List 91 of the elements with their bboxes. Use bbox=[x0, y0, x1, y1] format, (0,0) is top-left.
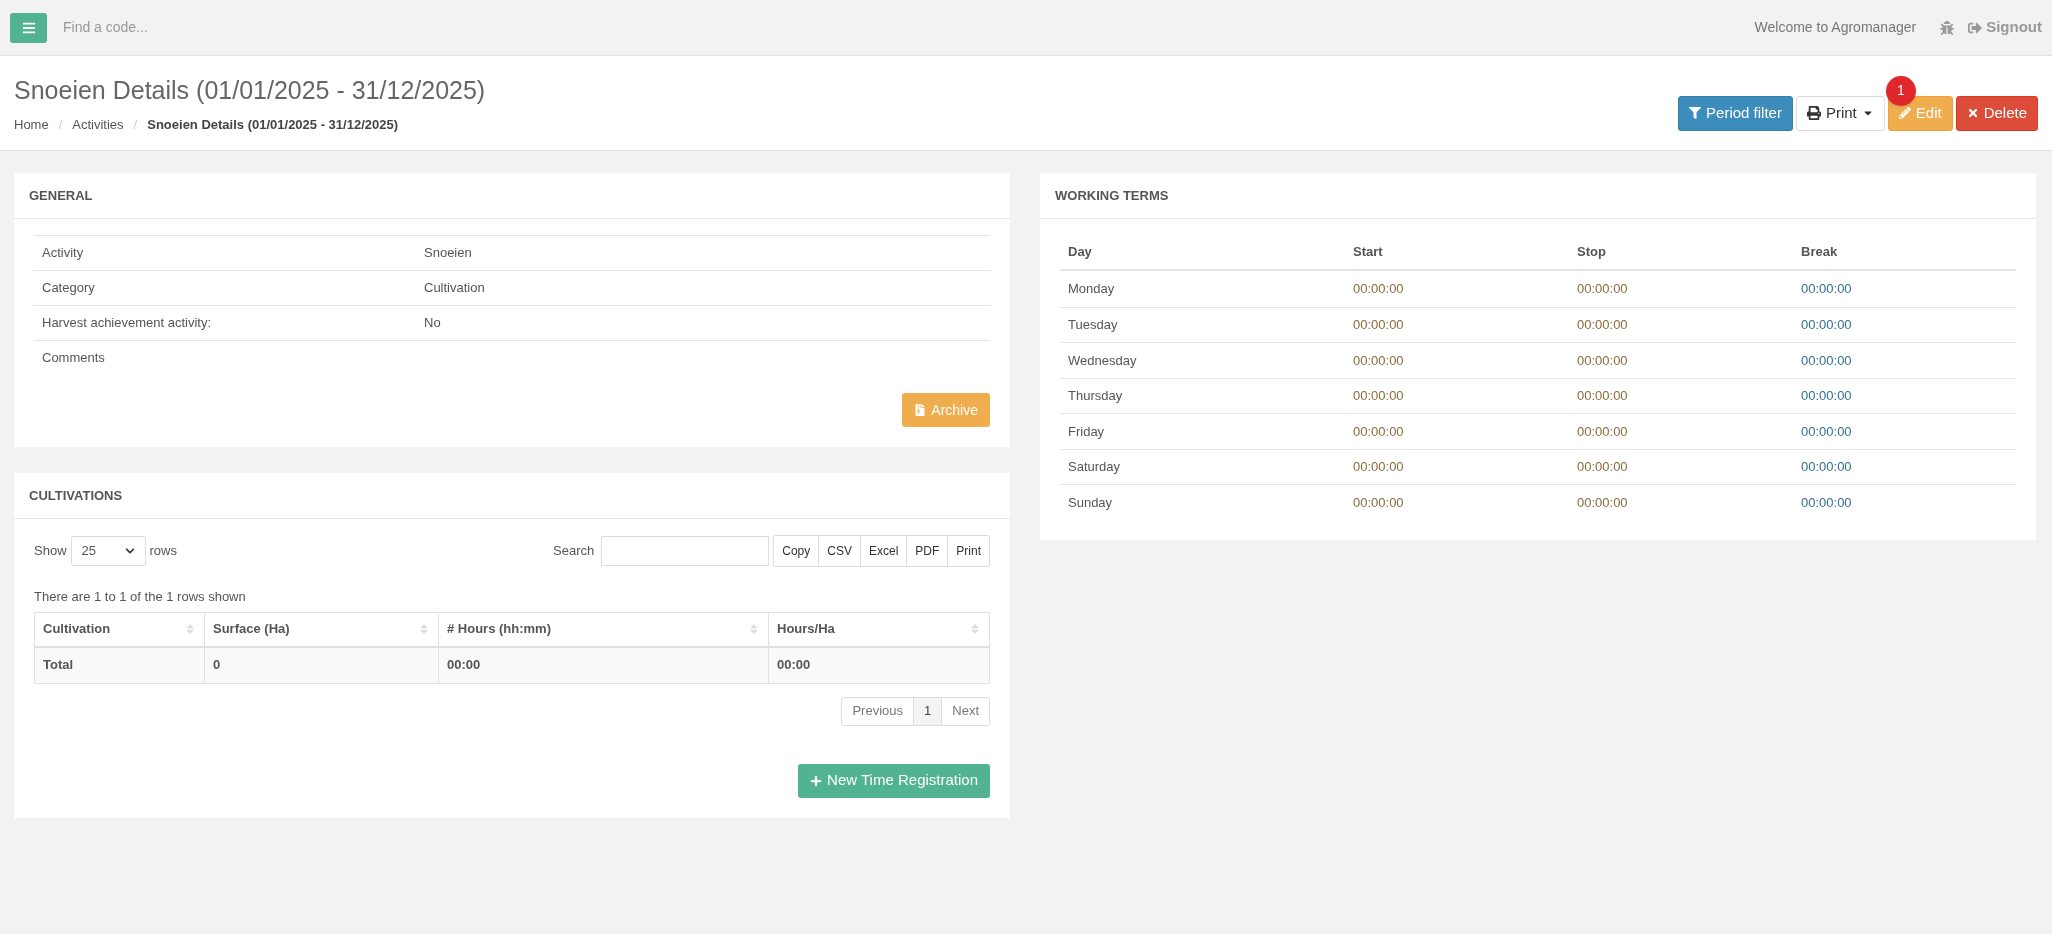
page-title: Snoeien Details (01/01/2025 - 31/12/2025) bbox=[14, 74, 487, 106]
panel-title: CULTIVATIONS bbox=[14, 473, 1010, 519]
table-cell-text: 00:00:00 bbox=[1801, 387, 1853, 405]
column-header[interactable]: Surface (Ha) bbox=[204, 612, 438, 646]
pagination-link[interactable]: Previous bbox=[842, 697, 914, 725]
sort-icon bbox=[184, 623, 196, 635]
export-button[interactable]: Excel bbox=[859, 536, 907, 566]
printer-icon bbox=[1806, 106, 1821, 120]
filter-icon bbox=[1689, 107, 1702, 119]
field-value: No bbox=[424, 314, 441, 333]
table-cell-text: Thursday bbox=[1068, 387, 1124, 405]
breadcrumb-separator: / bbox=[133, 116, 138, 134]
period-button[interactable]: Period filter bbox=[1678, 95, 1793, 131]
breadcrumb-separator: / bbox=[58, 116, 63, 134]
breadcrumb-link[interactable]: Home bbox=[14, 115, 49, 135]
bug-icon[interactable] bbox=[1940, 20, 1955, 35]
field-label: Category bbox=[42, 279, 96, 298]
table-cell-text: 00:00:00 bbox=[1801, 493, 1853, 512]
column-header: Stop bbox=[1577, 243, 1607, 262]
sort-icon bbox=[969, 623, 981, 635]
delete-button[interactable]: Delete bbox=[1955, 95, 2038, 131]
table-cell-text: 00:00:00 bbox=[1353, 458, 1405, 476]
pencil-icon bbox=[1898, 107, 1911, 119]
table-cell-text: 00:00:00 bbox=[1801, 458, 1853, 476]
column-header: Day bbox=[1068, 243, 1093, 262]
field-value: Cultivation bbox=[424, 279, 485, 298]
column-header[interactable]: # Hours (hh:mm) bbox=[438, 612, 768, 646]
table-cell-text: 00:00:00 bbox=[1577, 458, 1629, 476]
export-button[interactable]: CSV bbox=[818, 536, 860, 566]
export-button[interactable]: Copy bbox=[774, 536, 819, 566]
page-size-select[interactable]: 25 bbox=[70, 536, 146, 566]
table-cell-text: 00:00:00 bbox=[1577, 280, 1629, 298]
field-label: Comments bbox=[42, 349, 106, 368]
table-search-field[interactable] bbox=[601, 536, 770, 566]
table-info: There are 1 to 1 of the 1 rows shown bbox=[34, 588, 247, 606]
archive-icon bbox=[914, 404, 927, 416]
column-header[interactable]: Hours/Ha bbox=[768, 612, 989, 646]
sort-icon bbox=[748, 623, 760, 635]
field-label: Activity bbox=[42, 244, 85, 263]
column-header: Start bbox=[1353, 243, 1384, 262]
close-icon bbox=[1966, 107, 1979, 119]
table-cell-text: 00:00:00 bbox=[1353, 387, 1405, 405]
field-label: Harvest achievement activity: bbox=[42, 314, 213, 333]
sort-icon bbox=[418, 623, 430, 635]
pagination-link[interactable]: 1 bbox=[913, 697, 942, 725]
table-cell-text: 00:00:00 bbox=[1801, 351, 1853, 370]
field-value: Snoeien bbox=[424, 244, 472, 263]
notification-badge: 1 bbox=[1885, 75, 1916, 106]
table-cell-text: Monday bbox=[1068, 280, 1116, 298]
export-button[interactable]: PDF bbox=[906, 536, 948, 566]
table-cell-text: 00:00:00 bbox=[1353, 280, 1405, 298]
pagination-link[interactable]: Next bbox=[941, 697, 989, 725]
table-cell-text: 00:00:00 bbox=[1577, 387, 1629, 405]
table-cell-text: 00:00:00 bbox=[1353, 316, 1405, 334]
rows-label: rows bbox=[149, 542, 177, 561]
table-cell-text: Sunday bbox=[1068, 493, 1114, 512]
column-header: Break bbox=[1801, 243, 1839, 262]
chevron-icon bbox=[124, 546, 135, 556]
table-cell-text: 00:00:00 bbox=[1577, 316, 1629, 334]
menu-button[interactable] bbox=[10, 12, 47, 43]
search-label: Search bbox=[553, 542, 595, 561]
table-cell-text: 00:00:00 bbox=[1577, 351, 1629, 370]
table-cell: 0 bbox=[204, 647, 438, 683]
table-cell-text: 00:00:00 bbox=[1801, 280, 1853, 298]
export-button[interactable]: Print bbox=[947, 536, 989, 566]
table-cell-text: 00:00:00 bbox=[1577, 422, 1629, 441]
table-cell-text: Wednesday bbox=[1068, 351, 1138, 370]
column-header[interactable]: Cultivation bbox=[35, 612, 204, 646]
panel-title: GENERAL bbox=[14, 173, 1010, 219]
signout-icon bbox=[1968, 20, 1983, 35]
plus-icon bbox=[810, 774, 823, 787]
panel-title: WORKING TERMS bbox=[1040, 173, 2036, 219]
show-label: Show bbox=[34, 542, 67, 561]
table-cell-text: 00:00:00 bbox=[1353, 493, 1405, 512]
table-cell-text: Friday bbox=[1068, 422, 1106, 441]
welcome-text: Welcome to Agromanager bbox=[1754, 18, 1917, 37]
table-cell-text: Total bbox=[42, 656, 75, 675]
print-button[interactable]: Print bbox=[1795, 95, 1885, 131]
table-cell-text: 00:00:00 bbox=[1353, 351, 1405, 370]
breadcrumb-link[interactable]: Activities bbox=[72, 115, 124, 135]
table-cell-text: Tuesday bbox=[1068, 316, 1119, 334]
table-cell-text: 00:00:00 bbox=[1801, 422, 1853, 441]
table-cell: 00:00 bbox=[438, 647, 768, 683]
table-cell-text: 00:00:00 bbox=[1801, 316, 1853, 334]
menu-icon bbox=[21, 20, 36, 35]
table-cell: 00:00 bbox=[768, 647, 989, 683]
table-cell-text: 00:00:00 bbox=[1577, 493, 1629, 512]
search-field[interactable]: Find a code... bbox=[63, 17, 463, 38]
breadcrumb-link[interactable]: Snoeien Details (01/01/2025 - 31/12/2025) bbox=[147, 115, 398, 135]
table-cell-text: 00:00:00 bbox=[1353, 422, 1405, 441]
table-cell-text: Saturday bbox=[1068, 458, 1122, 476]
